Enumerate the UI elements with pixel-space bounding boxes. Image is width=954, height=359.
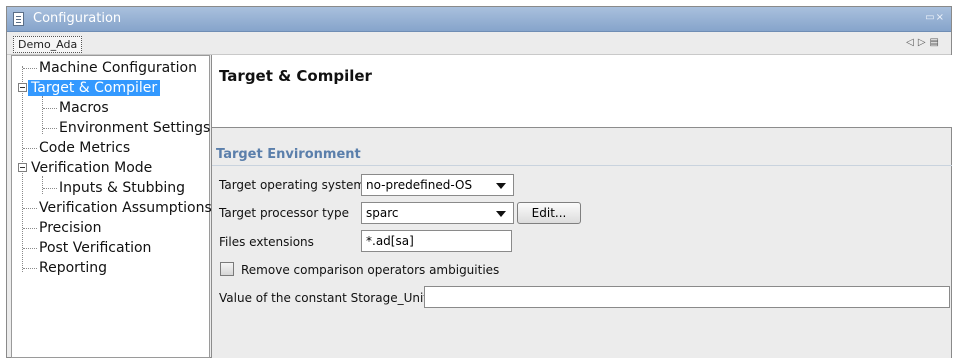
tree-connector [23, 228, 37, 229]
configuration-window: Configuration ▭× Demo_Ada ◁▷▤ Machine Co… [6, 6, 952, 358]
files-extensions-label: Files extensions [219, 235, 314, 249]
project-tabbar: Demo_Ada ◁▷▤ [7, 33, 951, 55]
target-processor-value: sparc [366, 206, 399, 220]
storage-unit-input[interactable] [424, 286, 950, 308]
tree-item-verification-mode[interactable]: Verification Mode [28, 158, 155, 178]
window-title: Configuration [33, 11, 122, 26]
tree-item-machine-configuration[interactable]: Machine Configuration [36, 58, 200, 78]
edit-processor-button[interactable]: Edit... [517, 202, 581, 224]
configuration-tree: Machine Configuration Target & Compiler … [11, 55, 213, 358]
collapse-toggle-icon[interactable] [18, 83, 27, 92]
tree-connector [23, 248, 37, 249]
document-icon [13, 12, 24, 26]
tree-connector [43, 128, 57, 129]
window-titlebar[interactable]: Configuration ▭× [7, 7, 951, 32]
tab-navigation-icons[interactable]: ◁▷▤ [906, 37, 943, 48]
chevron-down-icon [496, 183, 506, 189]
remove-comparison-label: Remove comparison operators ambiguities [241, 263, 500, 277]
target-os-label: Target operating system [219, 178, 366, 192]
tree-item-inputs-stubbing[interactable]: Inputs & Stubbing [56, 178, 188, 198]
tree-connector [42, 176, 43, 194]
tab-demo-ada[interactable]: Demo_Ada [13, 36, 83, 53]
settings-panel: Target & Compiler Target Environment Tar… [211, 55, 952, 358]
tree-connector [23, 68, 37, 69]
storage-unit-label: Value of the constant Storage_Unit [219, 291, 429, 305]
tree-item-code-metrics[interactable]: Code Metrics [36, 138, 133, 158]
tree-item-post-verification[interactable]: Post Verification [36, 238, 154, 258]
tree-item-environment-settings[interactable]: Environment Settings [56, 118, 213, 138]
tree-item-verification-assumptions[interactable]: Verification Assumptions [36, 198, 215, 218]
tree-item-reporting[interactable]: Reporting [36, 258, 110, 278]
tree-item-macros[interactable]: Macros [56, 98, 112, 118]
tree-item-precision[interactable]: Precision [36, 218, 104, 238]
tree-connector [43, 188, 57, 189]
files-extensions-input[interactable]: *.ad[sa] [361, 230, 512, 252]
target-os-select[interactable]: no-predefined-OS [361, 174, 514, 196]
collapse-toggle-icon[interactable] [18, 163, 27, 172]
target-os-value: no-predefined-OS [366, 178, 473, 192]
section-divider [212, 165, 952, 166]
section-title: Target Environment [216, 147, 361, 162]
target-processor-label: Target processor type [219, 206, 349, 220]
remove-comparison-checkbox[interactable] [220, 262, 234, 276]
page-header: Target & Compiler [212, 55, 952, 128]
tree-connector [23, 268, 37, 269]
tree-item-target-compiler[interactable]: Target & Compiler [28, 78, 161, 98]
target-processor-select[interactable]: sparc [361, 202, 514, 224]
tree-connector [43, 108, 57, 109]
window-controls[interactable]: ▭× [925, 12, 945, 23]
page-title: Target & Compiler [219, 67, 372, 85]
tree-connector [23, 148, 37, 149]
chevron-down-icon [496, 211, 506, 217]
tree-connector [23, 208, 37, 209]
